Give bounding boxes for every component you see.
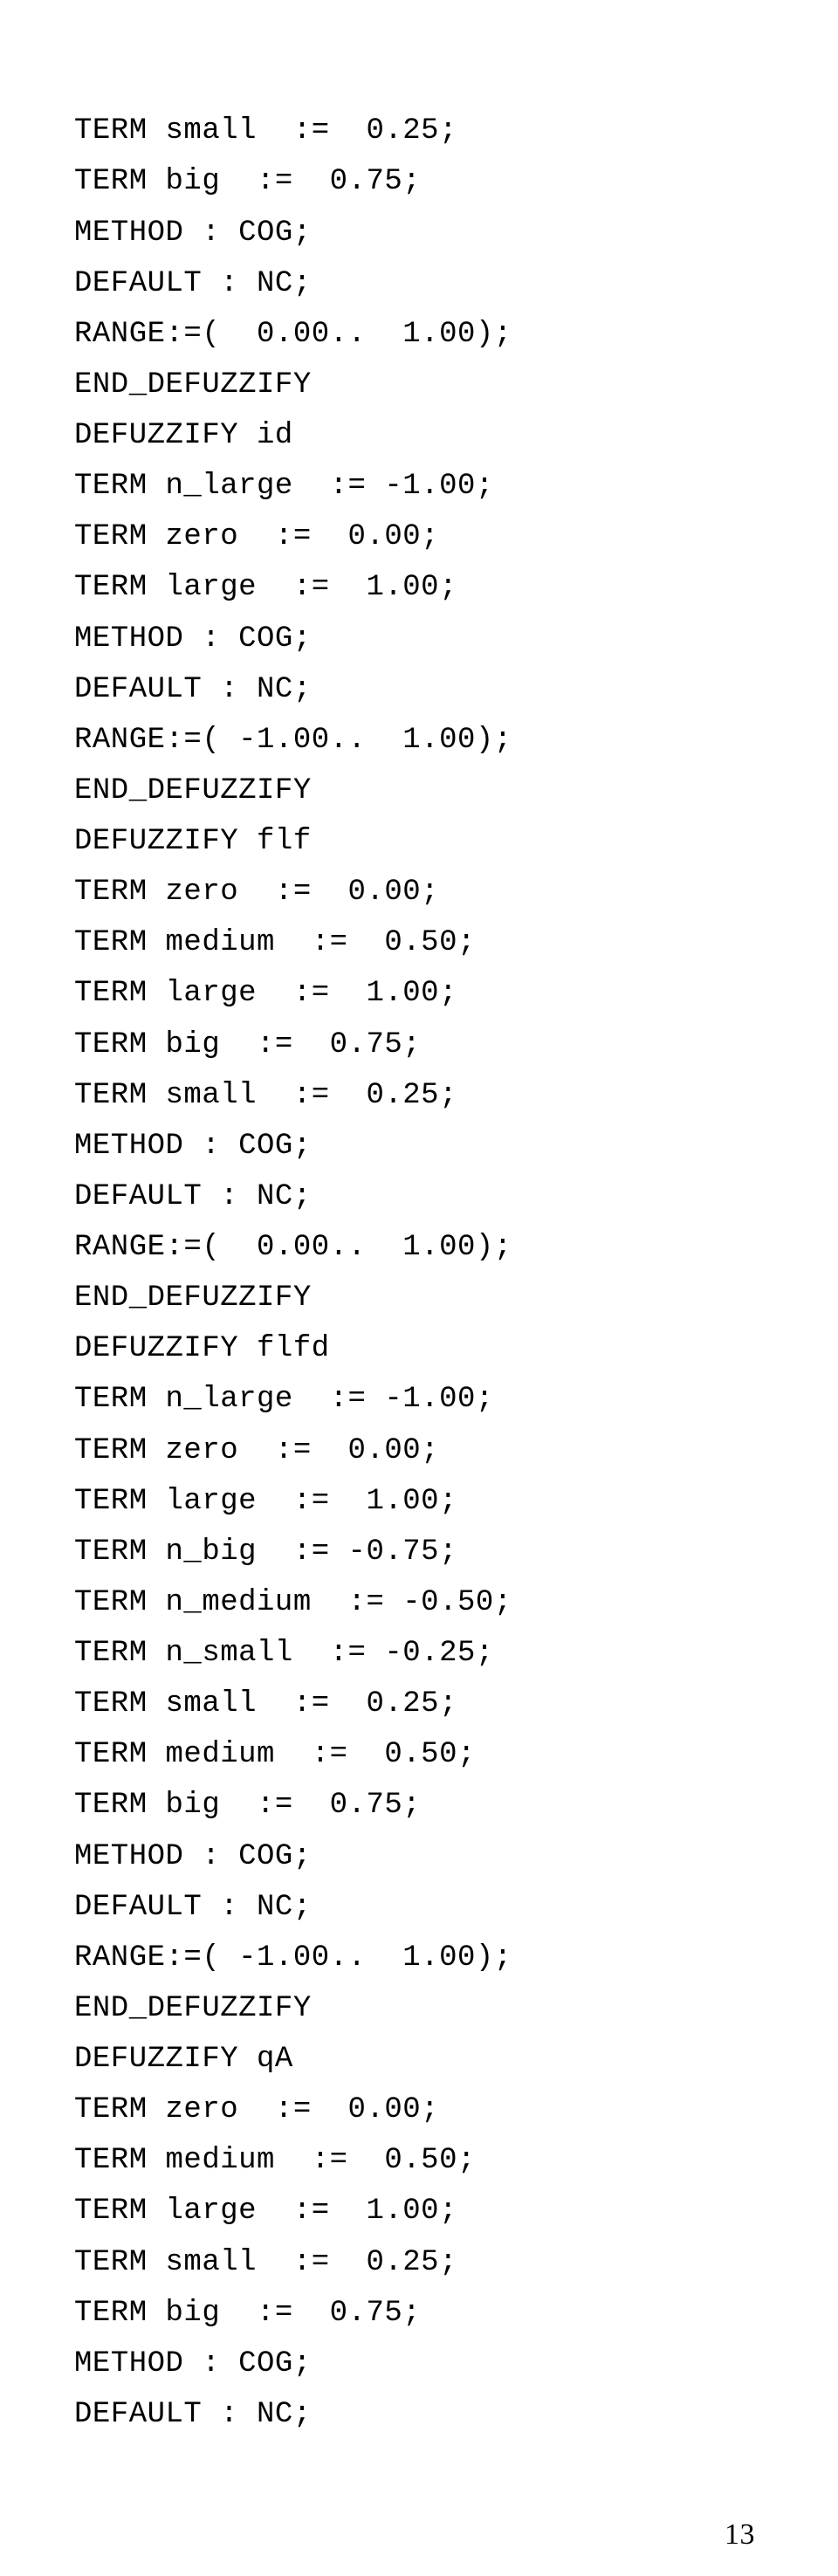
code-block: TERM small := 0.25; TERM big := 0.75; ME… [74, 106, 821, 2440]
page-number: 13 [725, 2520, 755, 2550]
code-page: TERM small := 0.25; TERM big := 0.75; ME… [0, 0, 838, 2576]
